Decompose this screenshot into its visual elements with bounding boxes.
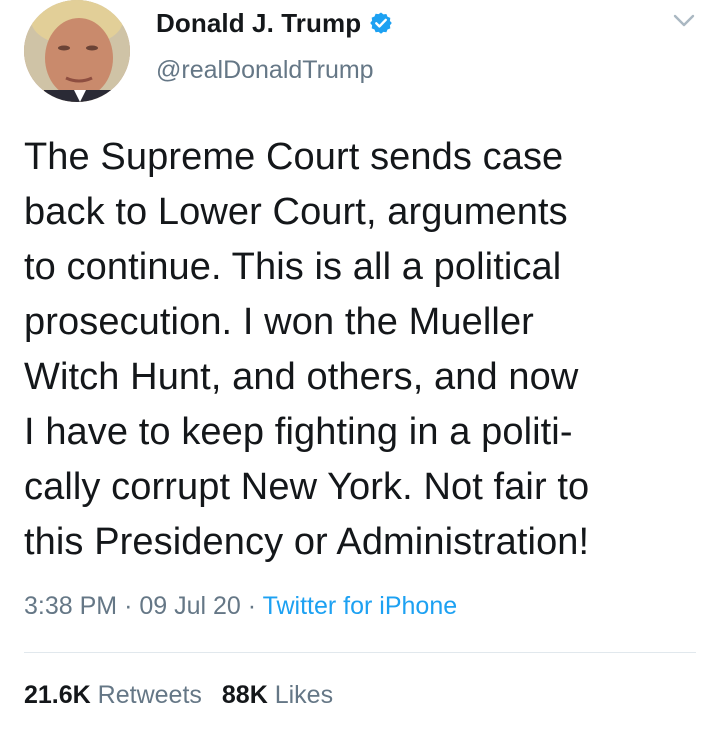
retweets-label: Retweets [97,681,202,709]
display-name[interactable]: Donald J. Trump [156,8,361,39]
avatar[interactable] [24,0,130,102]
handle[interactable]: @realDonaldTrump [156,56,374,85]
tweet-time[interactable]: 3:38 PM [24,592,117,620]
divider [24,652,696,653]
likes-label: Likes [274,681,334,709]
meta-separator: · [247,592,257,620]
tweet-meta: 3:38 PM · 09 Jul 20 · Twitter for iPhone [24,592,457,621]
tweet-date[interactable]: 09 Jul 20 [139,592,240,620]
verified-badge-icon [369,11,393,35]
meta-separator: · [124,592,133,620]
avatar-image [24,0,130,102]
chevron-down-icon[interactable] [672,12,696,30]
likes-stat[interactable]: 88K Likes [222,681,333,709]
tweet-source-link[interactable]: Twitter for iPhone [263,592,458,620]
name-row: Donald J. Trump [156,6,393,40]
retweets-count: 21.6K [24,681,91,709]
likes-count: 88K [221,681,268,709]
tweet-stats: 21.6K Retweets 88K Likes [24,681,333,710]
tweet-text: The Supreme Court sends case back to Low… [24,136,590,563]
tweet-header: Donald J. Trump @realDonaldTrump [0,0,720,110]
retweets-stat[interactable]: 21.6K Retweets [24,681,202,709]
